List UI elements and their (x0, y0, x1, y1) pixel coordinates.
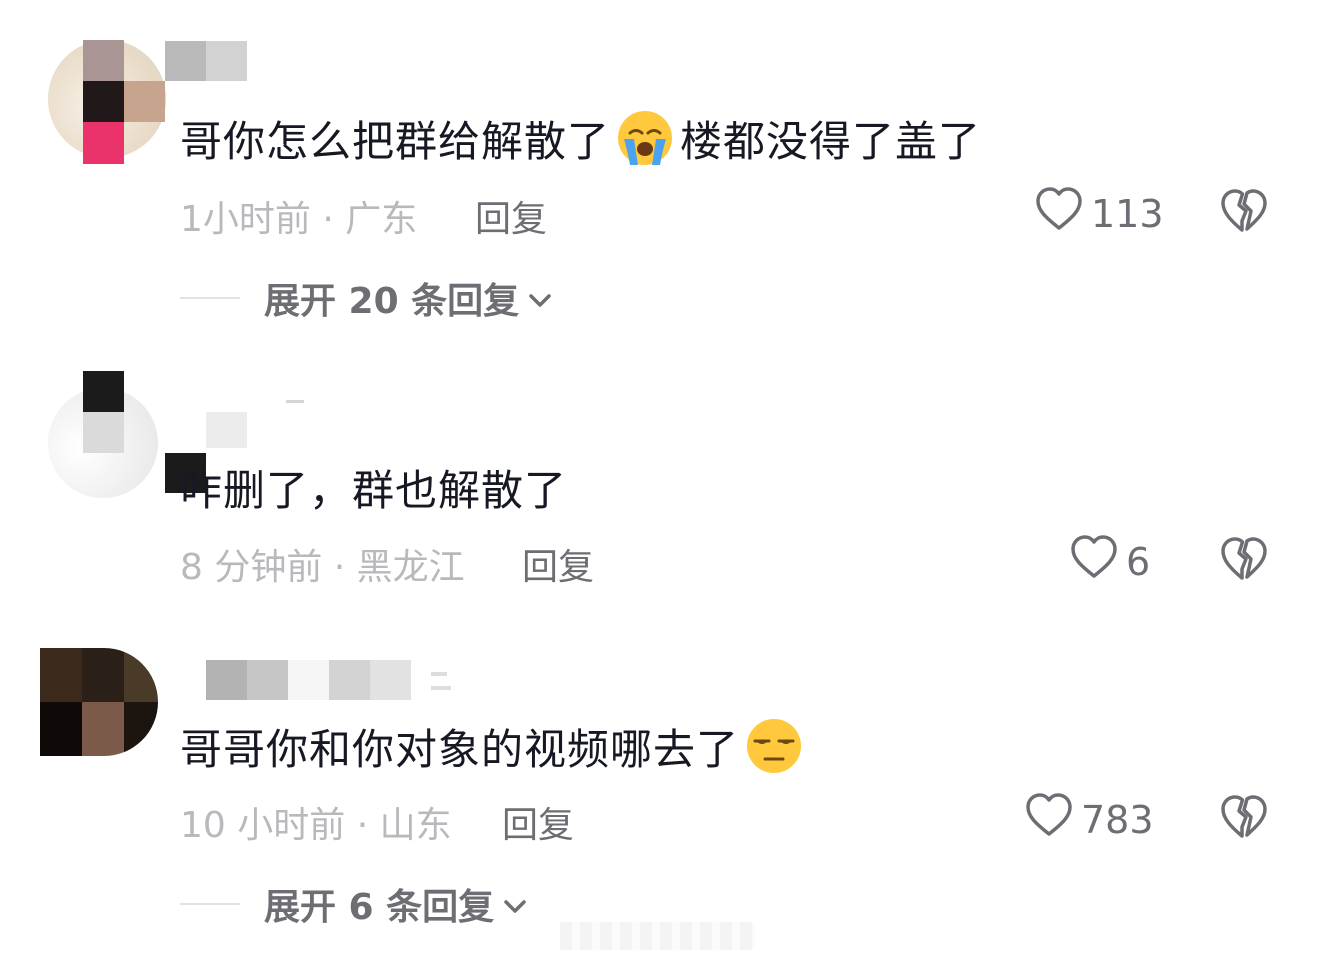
heart-outline-icon (1035, 186, 1091, 241)
dislike-button[interactable] (1220, 794, 1268, 844)
broken-heart-icon (1220, 189, 1268, 238)
username[interactable] (206, 396, 306, 448)
like-count: 6 (1126, 539, 1151, 584)
heart-outline-icon (1025, 792, 1081, 847)
expand-replies-button[interactable]: 展开 6 条回复 (180, 878, 528, 930)
avatar-mosaic (124, 81, 165, 122)
avatar[interactable] (40, 648, 158, 756)
chevron-down-icon (519, 278, 553, 319)
heart-outline-icon (1070, 534, 1126, 589)
like-button[interactable]: 6 (1070, 534, 1150, 589)
username[interactable] (206, 660, 451, 700)
divider-line (180, 903, 240, 905)
reply-button[interactable]: 回复 (475, 190, 547, 242)
comment-text-part: 楼都没得了盖了 (680, 116, 982, 166)
loudly-crying-face-icon (616, 109, 674, 167)
comment-meta: 10 小时前 · 山东 (180, 805, 452, 846)
comment-text: 咋删了，群也解散了 (180, 455, 567, 519)
comment-list: 哥你怎么把群给解散了 楼都没得了盖了 1小时前 · 广东 回复 113 展开 2… (0, 0, 1320, 967)
comment-meta: 8 分钟前 · 黑龙江 (180, 547, 465, 588)
comment-text: 哥你怎么把群给解散了 楼都没得了盖了 (180, 106, 981, 170)
broken-heart-icon (1220, 795, 1268, 844)
like-button[interactable]: 783 (1025, 792, 1154, 847)
avatar-mosaic (83, 81, 124, 122)
like-count: 783 (1081, 797, 1154, 842)
expand-replies-label: 展开 20 条回复 (264, 281, 520, 322)
like-button[interactable]: 113 (1035, 186, 1164, 241)
dislike-button[interactable] (1220, 536, 1268, 586)
reply-button[interactable]: 回复 (522, 538, 594, 590)
avatar-mosaic (83, 412, 124, 453)
avatar-mosaic (83, 371, 124, 412)
username[interactable] (165, 41, 247, 81)
expand-replies-button[interactable]: 展开 20 条回复 (180, 272, 553, 324)
avatar-mosaic (83, 40, 124, 81)
like-count: 113 (1091, 191, 1164, 236)
chevron-down-icon (494, 884, 528, 925)
dislike-button[interactable] (1220, 188, 1268, 238)
unamused-face-icon (745, 717, 803, 775)
comment-text: 哥哥你和你对象的视频哪去了 (180, 714, 809, 778)
watermark (560, 918, 755, 954)
expand-replies-label: 展开 6 条回复 (264, 887, 495, 928)
comment-text-part: 哥你怎么把群给解散了 (180, 116, 611, 166)
comment-text-part: 哥哥你和你对象的视频哪去了 (180, 724, 740, 774)
comment-text-part: 咋删了，群也解散了 (180, 465, 568, 515)
comment-meta: 1小时前 · 广东 (180, 199, 418, 240)
reply-button[interactable]: 回复 (502, 796, 574, 848)
avatar-mosaic (83, 122, 124, 164)
broken-heart-icon (1220, 537, 1268, 586)
divider-line (180, 297, 240, 299)
